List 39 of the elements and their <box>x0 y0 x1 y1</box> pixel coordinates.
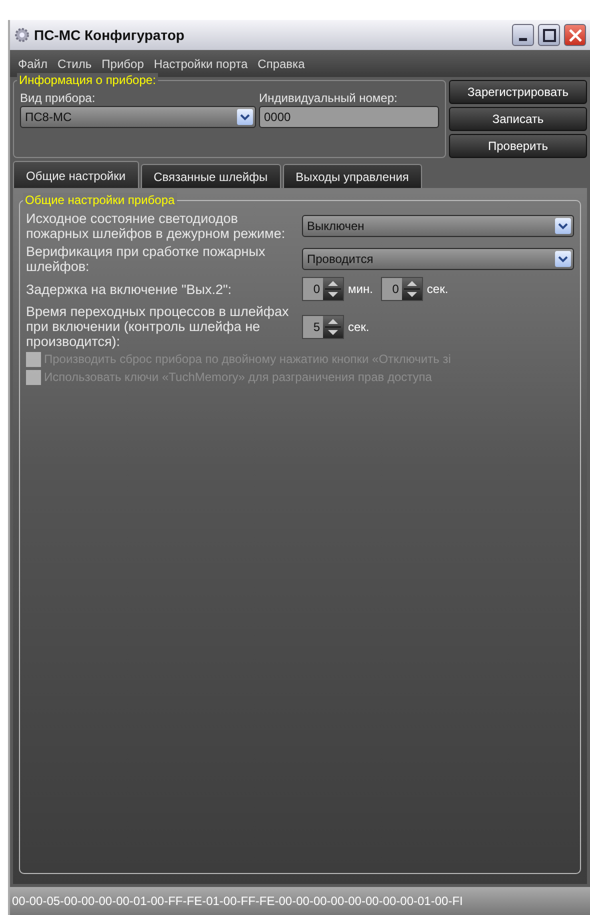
field-label: Индивидуальный номер: <box>259 91 398 106</box>
field-label: Вид прибора: <box>20 91 96 106</box>
unit-label: сек. <box>348 318 370 336</box>
tab[interactable]: Связанные шлейфы <box>140 164 281 189</box>
minimize-icon <box>519 38 527 41</box>
check-button[interactable]: Проверить <box>449 134 587 158</box>
setting-label: Исходное состояние светодиодов пожарных шлейфов в дежурном режиме: <box>26 211 286 241</box>
serial-number-field[interactable]: 0000 <box>259 106 439 128</box>
close-button[interactable] <box>564 24 586 46</box>
tab[interactable]: Выходы управления <box>282 164 422 189</box>
window-title: ПС-МС Конфигуратор <box>34 26 186 45</box>
status-bar: 00-00-05-00-00-00-00-01-00-FF-FE-01-00-FF-FE-00-00-00-00-00-00-00-00-01-00-FI <box>10 887 590 915</box>
menu-item[interactable]: Справка <box>258 54 305 72</box>
write-button[interactable]: Записать <box>449 107 587 131</box>
spin-arrows-icon[interactable] <box>323 316 343 338</box>
menu-item[interactable]: Стиль <box>58 54 92 72</box>
setting-label: Время переходных процессов в шлейфах при включении (контроль шлейфа не производится): <box>26 304 290 349</box>
minimize-button[interactable] <box>512 24 534 46</box>
setting-dropdown[interactable]: Проводится <box>302 248 574 270</box>
group-legend: Общие настройки прибора <box>23 193 177 207</box>
maximize-button[interactable] <box>538 24 560 46</box>
setting-label: Верификация при сработке пожарных шлейфов: <box>26 244 266 274</box>
menu-item[interactable]: Файл <box>18 54 48 72</box>
setting-label: Задержка на включение "Вых.2": <box>26 282 233 296</box>
gear-icon <box>14 27 30 43</box>
register-button[interactable]: Зарегистрировать <box>449 80 587 104</box>
spin-box[interactable]: 0 <box>302 277 344 301</box>
spin-box[interactable]: 0 <box>380 277 423 301</box>
spin-arrows-icon[interactable] <box>402 278 422 300</box>
setting-dropdown[interactable]: Выключен <box>302 215 574 237</box>
menu-item[interactable]: Прибор <box>102 54 144 72</box>
spin-arrows-icon[interactable] <box>323 278 343 300</box>
unit-label: сек. <box>426 281 448 298</box>
tab[interactable]: Общие настройки <box>13 161 139 189</box>
group-legend: Информация о приборе: <box>17 73 158 87</box>
menu-item[interactable]: Настройки порта <box>154 54 248 72</box>
spin-box[interactable]: 5 <box>302 314 344 338</box>
unit-label: мин. <box>348 281 373 298</box>
device-type-dropdown[interactable]: ПС8-МС <box>20 106 256 128</box>
